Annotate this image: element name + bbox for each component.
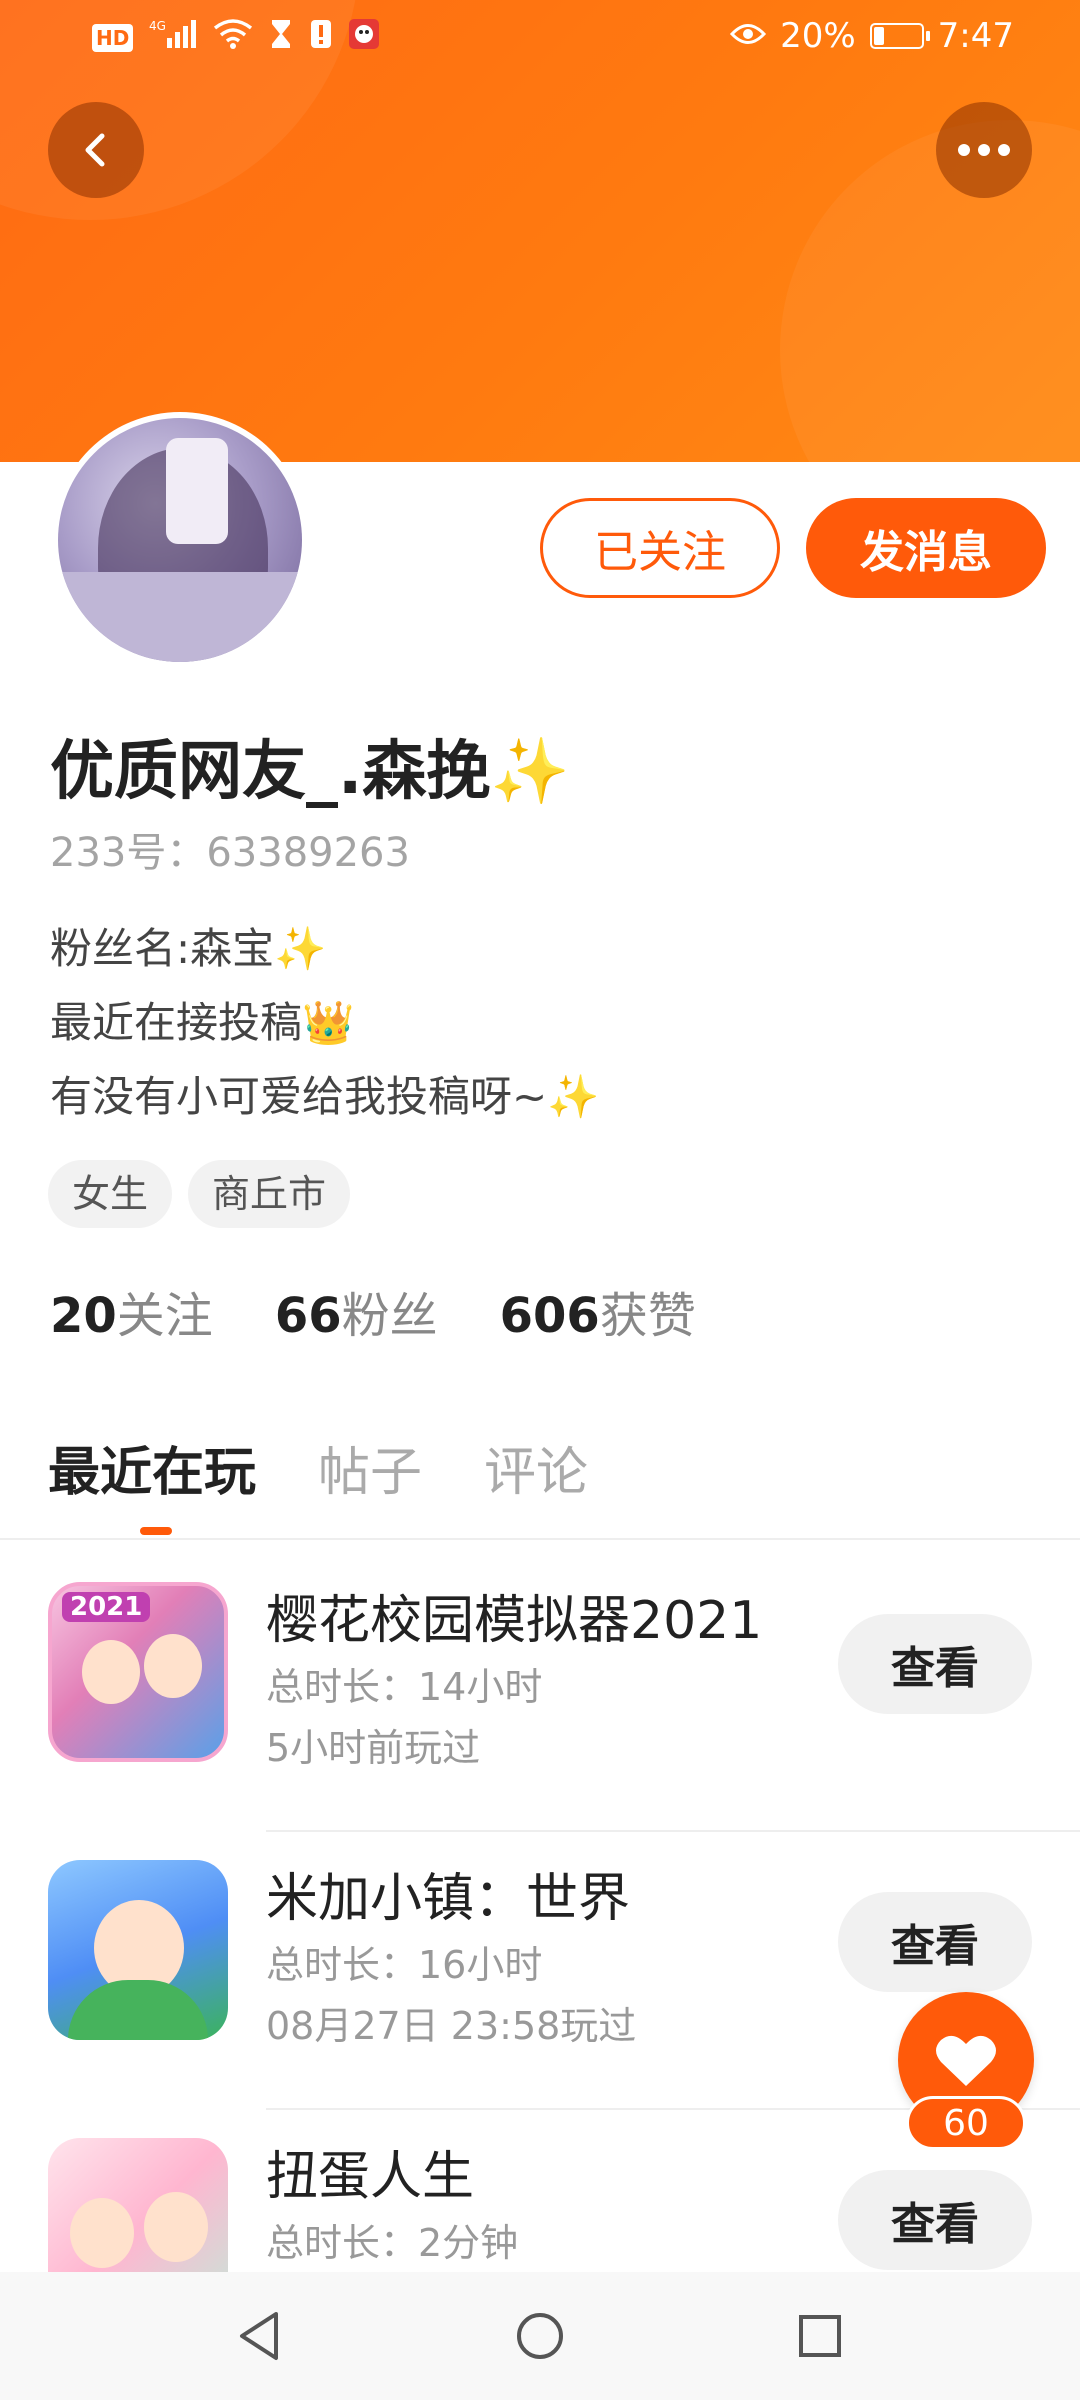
bio-line: 粉丝名:森宝✨	[50, 924, 327, 973]
game-title: 樱花校园模拟器2021	[266, 1591, 763, 1651]
avatar-image	[58, 418, 302, 662]
square-recents-icon	[799, 2315, 841, 2357]
sparkle-icon: ✨	[547, 1072, 600, 1121]
list-item[interactable]: 2021 樱花校园模拟器2021 总时长：14小时 5小时前玩过 查看	[0, 1554, 1080, 1832]
alert-icon	[309, 18, 333, 58]
bio-line: 最近在接投稿👑	[50, 998, 355, 1047]
stat-likes[interactable]: 606获赞	[500, 1276, 696, 1346]
4g-signal-icon: 4G	[149, 18, 197, 58]
tab-comments[interactable]: 评论	[484, 1430, 588, 1505]
clock: 7:47	[937, 16, 1014, 56]
icon-badge: 2021	[62, 1592, 151, 1622]
username-text: 优质网友_.森挽	[50, 735, 491, 809]
nav-recents-button[interactable]	[790, 2306, 850, 2366]
divider	[0, 1538, 1080, 1540]
circle-home-icon	[517, 2313, 563, 2359]
heart-icon	[936, 2035, 996, 2086]
status-icons-left: HD 4G	[92, 18, 380, 58]
system-nav-bar	[0, 2272, 1080, 2400]
battery-percent: 20%	[780, 16, 856, 56]
status-bar: HD 4G 20% 7:47	[0, 0, 1080, 78]
active-tab-indicator	[140, 1527, 172, 1535]
more-options-button[interactable]	[936, 102, 1032, 198]
game-icon	[48, 1860, 228, 2040]
profile-header: HD 4G 20% 7:47	[0, 0, 1080, 462]
bio: 粉丝名:森宝✨ 最近在接投稿👑 有没有小可爱给我投稿呀~✨	[50, 912, 600, 1134]
battery-icon	[869, 23, 930, 49]
stat-following[interactable]: 20关注	[50, 1276, 213, 1346]
wifi-icon	[213, 18, 253, 58]
game-duration: 总时长：16小时	[266, 1943, 543, 1987]
header-decoration	[780, 120, 1080, 462]
game-duration: 总时长：2分钟	[266, 2221, 519, 2265]
net-label: 4G	[149, 19, 166, 33]
tab-posts[interactable]: 帖子	[318, 1430, 422, 1505]
username: 优质网友_.森挽✨	[50, 720, 570, 812]
hd-icon: HD	[92, 24, 134, 52]
chevron-left-icon	[85, 133, 105, 167]
view-button[interactable]: 查看	[838, 2170, 1032, 2270]
nav-home-button[interactable]	[510, 2306, 570, 2366]
back-button[interactable]	[48, 102, 144, 198]
nav-back-button[interactable]	[230, 2306, 290, 2366]
followed-button[interactable]: 已关注	[540, 498, 780, 598]
tab-recently-played[interactable]: 最近在玩	[48, 1430, 256, 1505]
bio-line: 有没有小可爱给我投稿呀~✨	[50, 1072, 600, 1121]
profile-tags: 女生 商丘市	[48, 1160, 351, 1228]
avatar[interactable]	[52, 412, 308, 668]
status-icons-right: 20% 7:47	[730, 16, 1014, 56]
app-notification-icon	[349, 19, 380, 57]
stat-followers[interactable]: 66粉丝	[275, 1276, 438, 1346]
sparkle-icon: ✨	[490, 735, 570, 809]
more-dots-icon	[958, 144, 1010, 156]
game-title: 扭蛋人生	[266, 2147, 475, 2207]
sparkle-icon: ✨	[274, 924, 327, 973]
game-duration: 总时长：14小时	[266, 1665, 543, 1709]
hourglass-icon	[269, 18, 293, 58]
game-icon: 2021	[48, 1582, 228, 1762]
triangle-back-icon	[240, 2312, 278, 2360]
tag-gender: 女生	[48, 1160, 173, 1228]
crown-icon: 👑	[302, 998, 355, 1047]
like-count: 60	[906, 2096, 1026, 2150]
game-last-played: 5小时前玩过	[266, 1726, 481, 1770]
profile-stats: 20关注 66粉丝 606获赞	[50, 1276, 696, 1346]
send-message-button[interactable]: 发消息	[806, 498, 1046, 598]
user-id: 233号：63389263	[50, 830, 410, 876]
eye-icon	[730, 16, 767, 56]
game-last-played: 08月27日 23:58玩过	[266, 2004, 637, 2048]
profile-tabs: 最近在玩 帖子 评论	[48, 1430, 588, 1505]
view-button[interactable]: 查看	[838, 1892, 1032, 1992]
tag-city: 商丘市	[188, 1160, 351, 1228]
view-button[interactable]: 查看	[838, 1614, 1032, 1714]
game-title: 米加小镇：世界	[266, 1869, 631, 1929]
